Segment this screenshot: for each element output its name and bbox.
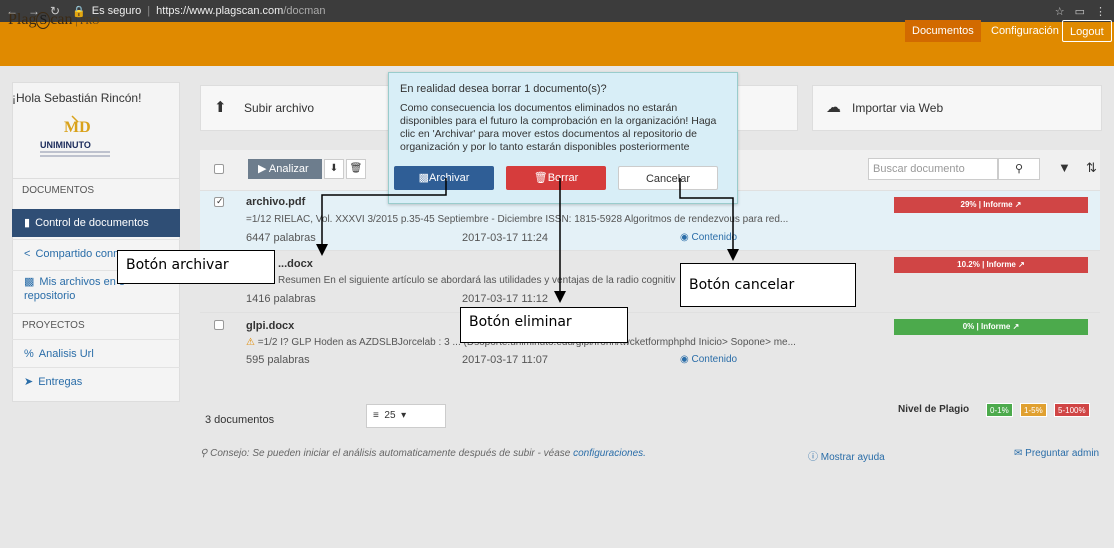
config-link[interactable]: configuraciones. [573, 448, 646, 459]
plagiarism-level-label: Nivel de Plagio [898, 404, 970, 415]
file-icon: ▮ [24, 217, 31, 229]
browser-toolbar: ← → ↻ 🔒 Es seguro | https://www.plagscan… [0, 0, 1114, 22]
document-words: 1416 palabras [246, 293, 316, 305]
document-content-link[interactable]: ◉ Contenido [680, 232, 737, 243]
level-badge-mid: 1-5% [1020, 403, 1047, 417]
send-icon: ➤ [24, 376, 34, 388]
document-date: 2017-03-17 11:07 [462, 354, 549, 366]
cloud-upload-icon: ☁ [826, 99, 841, 116]
menu-icon[interactable]: ⋮ [1095, 5, 1106, 18]
external-link-icon: ↗ [1014, 200, 1022, 209]
search-button[interactable]: ⚲ [998, 158, 1040, 180]
document-name[interactable]: archivo.pdf [246, 196, 305, 208]
play-icon: ▶ [258, 163, 269, 175]
trash-icon[interactable]: 🗑 [346, 159, 366, 179]
annotation-archive: Botón archivar [117, 250, 275, 284]
info-icon: ⓘ [808, 452, 821, 463]
url-path: /docman [283, 5, 326, 17]
sidebar-section-projects: PROYECTOS [12, 313, 180, 337]
score-badge[interactable]: 10.2% | Informe ↗ [894, 257, 1088, 273]
cancel-button[interactable]: Cancelar [618, 166, 718, 190]
list-icon: ≡ [373, 410, 385, 421]
sidebar-item-control[interactable]: ▮ Control de documentos [12, 209, 180, 237]
search-icon: ⚲ [1014, 163, 1024, 175]
university-logo: MD UNIMINUTO [30, 112, 140, 160]
warning-icon: ⚠ [246, 337, 255, 348]
document-name[interactable]: glpi.docx [246, 320, 294, 332]
download-icon[interactable]: ⬇ [324, 159, 344, 179]
document-count: 3 documentos [205, 414, 275, 426]
sidebar-item-deliveries[interactable]: ➤ Entregas [12, 367, 180, 395]
level-badge-low: 0-1% [986, 403, 1013, 417]
upload-icon: ⬆ [214, 99, 227, 116]
document-words: 6447 palabras [246, 232, 316, 244]
envelope-icon: ✉ [1014, 448, 1026, 459]
lightbulb-icon: ⚲ [200, 448, 211, 459]
external-link-icon: ↗ [1012, 322, 1020, 331]
trash-icon: 🗑 [533, 172, 548, 184]
logout-button[interactable]: Logout [1062, 20, 1112, 42]
tip-text: ⚲ Consejo: Se pueden iniciar el análisis… [200, 448, 646, 459]
popover-question: En realidad desea borrar 1 documento(s)? [400, 83, 607, 95]
filter-icon[interactable]: ▼ [1058, 160, 1071, 175]
ask-admin-link[interactable]: ✉ Preguntar admin [1014, 448, 1099, 459]
share-icon: < [24, 248, 31, 260]
row-checkbox[interactable]: ✓ [214, 196, 224, 207]
nav-documents[interactable]: Documentos [905, 20, 981, 42]
score-badge[interactable]: 0% | Informe ↗ [894, 319, 1088, 335]
delete-button[interactable]: 🗑Borrar [506, 166, 606, 190]
row-checkbox[interactable] [214, 320, 224, 330]
document-words: 595 palabras [246, 354, 310, 366]
archive-icon: ▩ [24, 276, 35, 288]
annotation-cancel: Botón cancelar [680, 263, 856, 307]
sidebar-item-url[interactable]: % Analisis Url [12, 339, 180, 367]
plagscan-logo[interactable]: Plag Scan | PRO [8, 11, 99, 29]
chevron-down-icon: ▾ [395, 410, 407, 421]
search-input[interactable]: Buscar documento [868, 158, 998, 180]
greeting: ¡Hola Sebastián Rincón! [12, 91, 142, 105]
external-link-icon: ↗ [1018, 260, 1025, 269]
sidebar-section-documents: DOCUMENTOS [12, 178, 180, 202]
sort-icon[interactable]: ⇅ [1086, 160, 1097, 176]
nav-configuration[interactable]: Configuración [984, 20, 1066, 42]
document-snippet: =1/12 RIELAC, Vol. XXXVI 3/2015 p.35-45 … [246, 214, 789, 225]
document-content-link[interactable]: ◉ Contenido [680, 354, 737, 365]
help-link[interactable]: ⓘ Mostrar ayuda [808, 448, 885, 463]
check-icon: ✓ [216, 196, 224, 206]
url-host: https://www.plagscan.com [156, 5, 284, 17]
document-date: 2017-03-17 11:12 [462, 293, 549, 305]
document-name[interactable]: ...docx [278, 258, 313, 270]
eye-icon: ◉ [680, 232, 692, 243]
svg-text:UNIMINUTO: UNIMINUTO [40, 140, 91, 150]
cast-icon[interactable]: ▭ [1075, 5, 1085, 18]
analyze-button[interactable]: ▶ Analizar [248, 159, 322, 179]
archive-button[interactable]: ▩Archivar [394, 166, 494, 190]
level-badge-high: 5-100% [1054, 403, 1090, 417]
star-icon[interactable]: ☆ [1055, 5, 1065, 18]
archive-icon: ▩ [418, 172, 430, 184]
page-size-select[interactable]: ≡ 25 ▾ [366, 404, 446, 428]
score-badge[interactable]: 29% | Informe ↗ [894, 197, 1088, 213]
document-snippet: Resumen En el siguiente artículo se abor… [278, 275, 676, 286]
address-bar[interactable]: 🔒 Es seguro | https://www.plagscan.com/d… [72, 5, 325, 18]
upload-label[interactable]: Subir archivo [244, 101, 314, 115]
web-import-label[interactable]: Importar via Web [852, 101, 943, 115]
document-date: 2017-03-17 11:24 [462, 232, 549, 244]
annotation-delete: Botón eliminar [460, 307, 628, 343]
link-icon: % [24, 348, 34, 360]
eye-icon: ◉ [680, 354, 692, 365]
select-all-checkbox[interactable] [214, 164, 224, 174]
popover-message: Como consecuencia los documentos elimina… [400, 102, 717, 153]
